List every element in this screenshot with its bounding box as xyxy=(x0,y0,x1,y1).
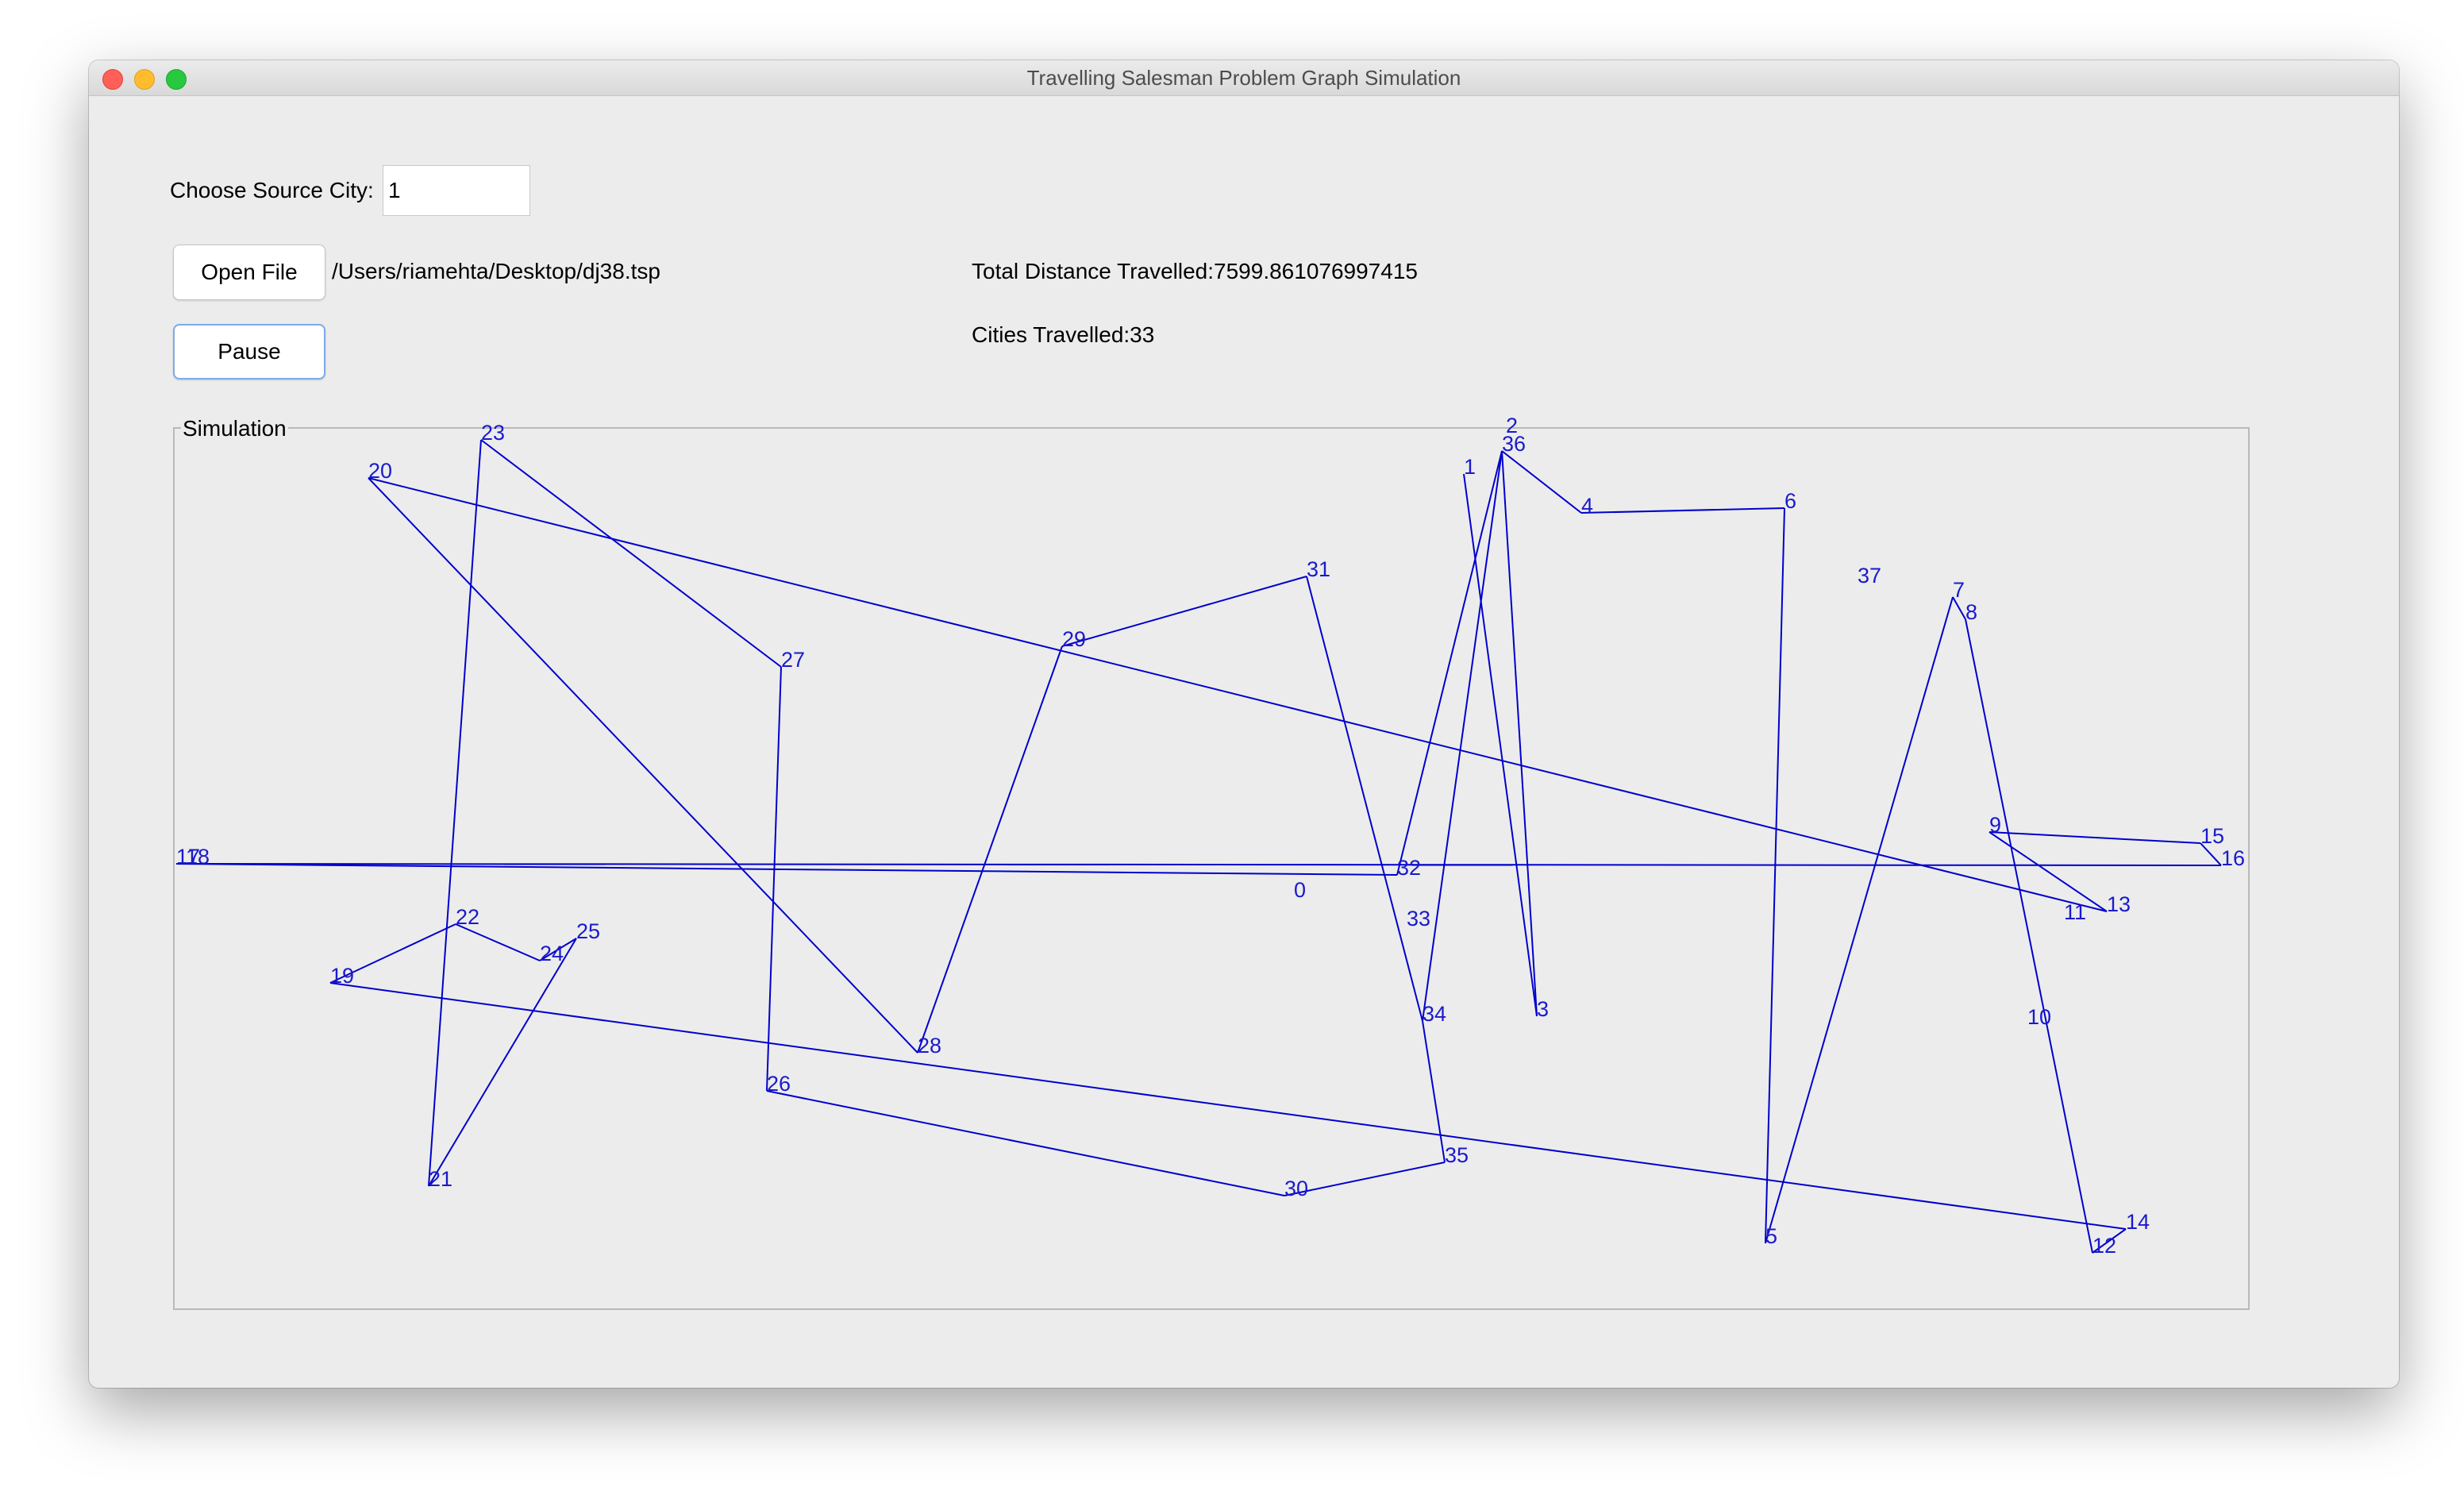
route-edge xyxy=(1306,576,1423,1022)
city-label: 4 xyxy=(1581,494,1593,518)
city-label: 22 xyxy=(456,905,479,929)
route-edge xyxy=(428,938,577,1187)
route-edge xyxy=(1765,596,1954,1244)
city-label: 16 xyxy=(2221,846,2245,870)
city-label: 8 xyxy=(1965,600,1977,624)
city-label: 9 xyxy=(1989,813,2001,837)
route-edge xyxy=(766,666,782,1092)
city-label: 23 xyxy=(481,421,505,445)
route-edge xyxy=(917,645,1063,1054)
city-label: 5 xyxy=(1765,1224,1777,1248)
route-edge xyxy=(1463,473,1538,1017)
city-label: 21 xyxy=(429,1167,452,1191)
route-edge xyxy=(1422,1020,1446,1163)
city-label: 30 xyxy=(1284,1177,1308,1200)
city-label: 11 xyxy=(2064,900,2086,924)
route-edge xyxy=(1501,450,1538,1017)
city-labels: 0123456789101112131415161718192021222324… xyxy=(176,414,2245,1258)
city-label: 24 xyxy=(540,942,564,965)
route-edge xyxy=(1965,618,2093,1254)
app-window: Travelling Salesman Problem Graph Simula… xyxy=(89,60,2399,1388)
city-label: 3 xyxy=(1537,997,1549,1021)
city-label: 26 xyxy=(767,1072,791,1096)
city-label: 10 xyxy=(2027,1005,2051,1029)
city-label: 20 xyxy=(368,459,392,483)
city-label: 18 xyxy=(186,845,210,869)
route-edge xyxy=(1061,576,1307,647)
tsp-graph: 0123456789101112131415161718192021222324… xyxy=(175,414,2245,1258)
city-label: 12 xyxy=(2092,1234,2116,1258)
city-label: 27 xyxy=(781,648,805,672)
city-label: 33 xyxy=(1407,907,1430,930)
city-label: 6 xyxy=(1784,489,1796,513)
route-edge xyxy=(1284,1162,1446,1196)
city-label: 1 xyxy=(1464,455,1476,479)
route-edge xyxy=(1396,450,1503,876)
route-edges xyxy=(175,439,2222,1254)
city-label: 19 xyxy=(330,964,354,988)
city-label: 15 xyxy=(2200,824,2224,848)
city-label: 28 xyxy=(918,1034,941,1058)
route-edge xyxy=(368,477,918,1054)
city-label: 32 xyxy=(1397,856,1421,880)
route-edge xyxy=(1580,507,1785,514)
city-label: 31 xyxy=(1307,557,1330,581)
route-edge xyxy=(455,923,541,961)
city-label: 25 xyxy=(576,919,600,943)
city-label: 7 xyxy=(1953,578,1965,602)
city-label: 13 xyxy=(2107,892,2131,916)
route-edge xyxy=(480,439,782,668)
route-edge xyxy=(329,982,2127,1230)
route-edge xyxy=(1501,450,1582,514)
route-edge xyxy=(428,439,482,1187)
city-label: 29 xyxy=(1062,627,1086,651)
route-edge xyxy=(766,1090,1285,1196)
city-label: 35 xyxy=(1445,1143,1469,1167)
route-edge xyxy=(1989,831,2201,844)
city-label: 34 xyxy=(1423,1002,1446,1026)
city-label: 37 xyxy=(1858,564,1881,588)
route-edge xyxy=(1422,450,1503,1022)
city-label: 0 xyxy=(1294,878,1306,902)
route-edge xyxy=(368,477,2108,912)
route-edge xyxy=(175,863,1398,876)
route-edge xyxy=(1989,831,2108,912)
route-edge xyxy=(1765,507,1785,1244)
city-label: 14 xyxy=(2126,1210,2150,1234)
city-label: 36 xyxy=(1502,432,1526,456)
